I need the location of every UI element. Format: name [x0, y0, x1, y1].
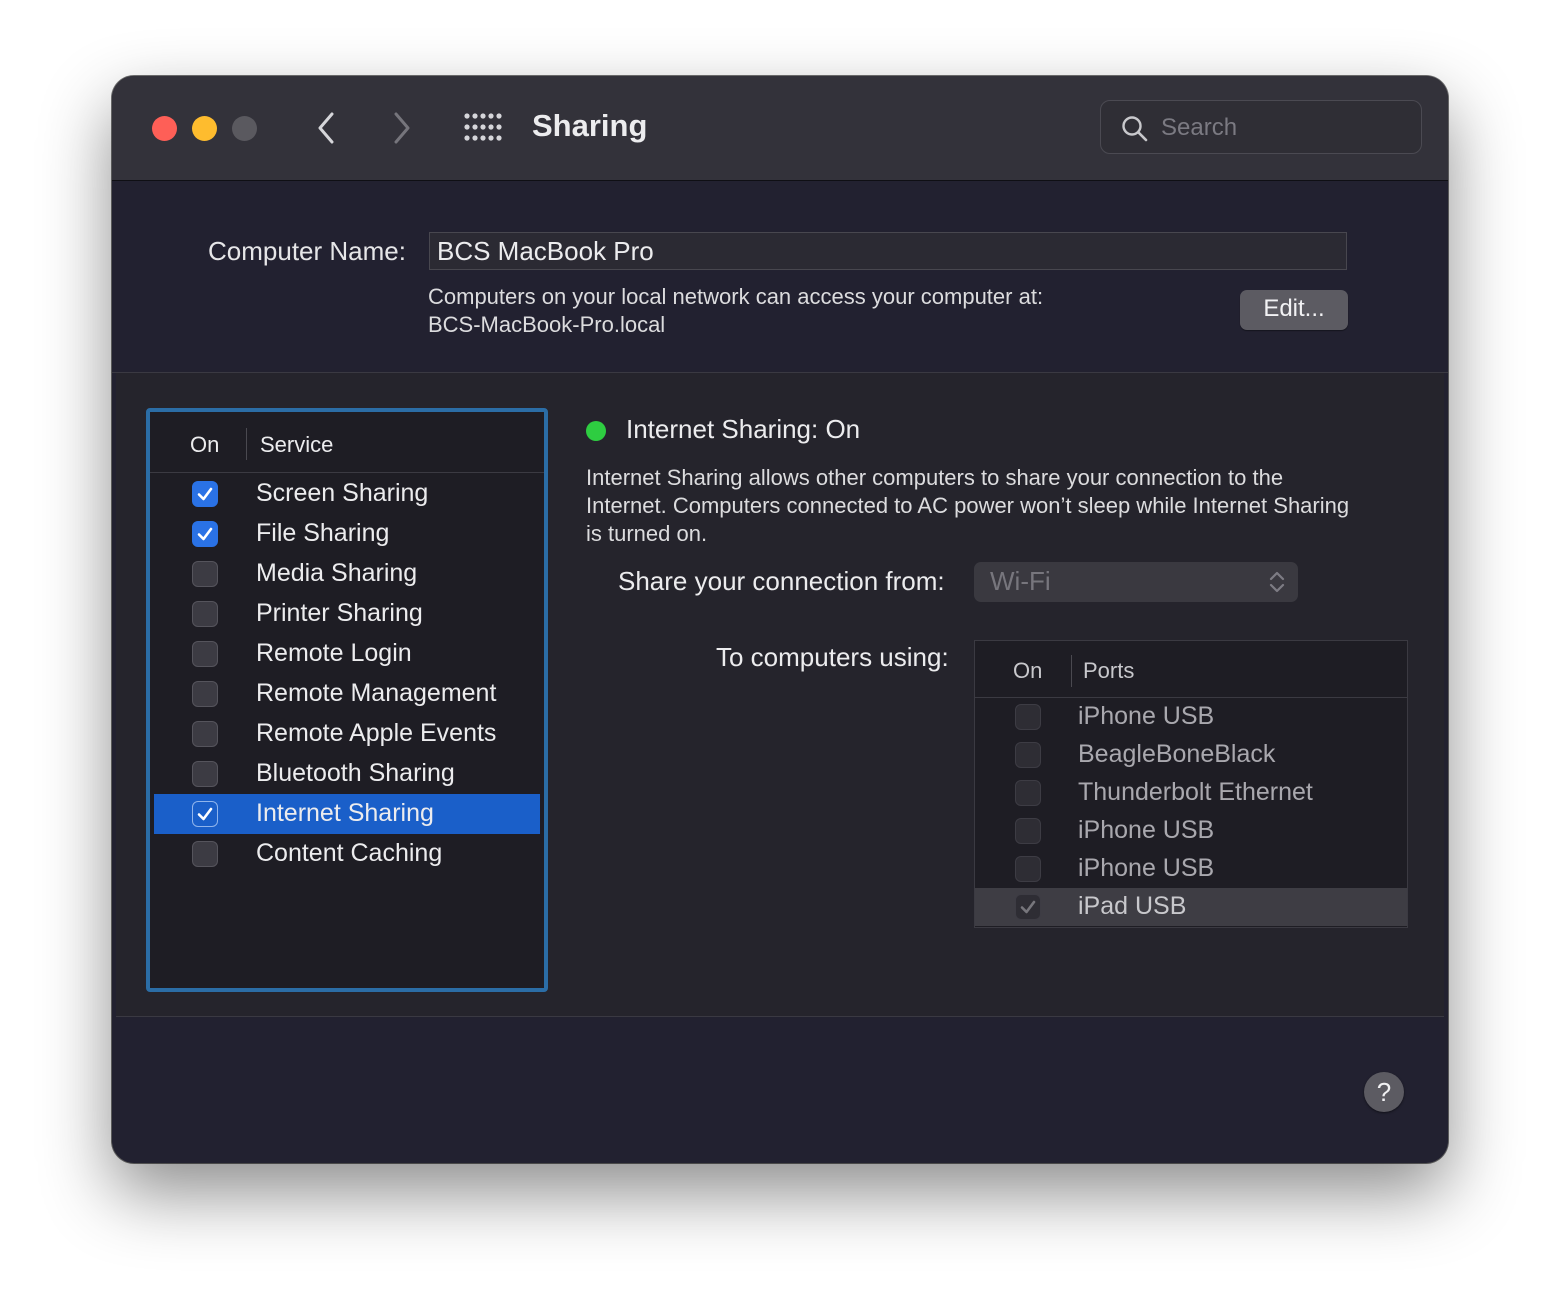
- checkmark-icon: [197, 807, 213, 821]
- port-row[interactable]: iPad USB: [975, 888, 1407, 926]
- service-label: Printer Sharing: [256, 599, 423, 627]
- service-label: Remote Apple Events: [256, 719, 497, 747]
- service-label: Bluetooth Sharing: [256, 759, 455, 787]
- back-button[interactable]: [308, 106, 348, 150]
- titlebar: Sharing: [112, 76, 1448, 181]
- column-separator: [1071, 655, 1072, 687]
- service-checkbox[interactable]: [192, 641, 218, 667]
- service-checkbox[interactable]: [192, 561, 218, 587]
- zoom-window-button[interactable]: [232, 116, 257, 141]
- computer-name-field[interactable]: BCS MacBook Pro: [429, 232, 1347, 270]
- ports-column-header-on[interactable]: On: [1013, 658, 1042, 684]
- service-list-header: On Service: [150, 412, 544, 473]
- column-header-on[interactable]: On: [190, 432, 219, 458]
- computer-address-description: Computers on your local network can acce…: [428, 284, 1044, 309]
- ports-list[interactable]: On Ports iPhone USB BeagleBoneBlack Thunde…: [974, 640, 1408, 928]
- edit-button[interactable]: Edit...: [1240, 290, 1348, 330]
- ports-column-header-ports[interactable]: Ports: [1083, 658, 1134, 684]
- service-label: Media Sharing: [256, 559, 418, 587]
- port-row[interactable]: iPhone USB: [975, 812, 1407, 850]
- checkmark-icon: [197, 527, 213, 541]
- status-indicator: [586, 421, 606, 441]
- column-separator: [246, 428, 247, 460]
- port-row[interactable]: iPhone USB: [975, 698, 1407, 736]
- service-label: Remote Management: [256, 679, 497, 707]
- service-list[interactable]: On Service Screen Sharing File Sharing Med…: [146, 408, 548, 992]
- service-row[interactable]: Remote Apple Events: [154, 714, 540, 754]
- service-row[interactable]: File Sharing: [154, 514, 540, 554]
- service-checkbox[interactable]: [192, 761, 218, 787]
- search-icon: [1122, 116, 1148, 142]
- port-label: iPhone USB: [1078, 816, 1215, 844]
- port-label: iPad USB: [1078, 892, 1187, 920]
- share-from-label: Share your connection from:: [618, 566, 945, 596]
- minimize-window-button[interactable]: [192, 116, 217, 141]
- sharing-window: Sharing Computer Name: BCS MacBook Pro C…: [112, 76, 1448, 1163]
- to-computers-label: To computers using:: [716, 642, 949, 672]
- port-label: iPhone USB: [1078, 854, 1215, 882]
- service-checkbox[interactable]: [192, 601, 218, 627]
- service-checkbox[interactable]: [192, 801, 218, 827]
- service-row[interactable]: Screen Sharing: [154, 474, 540, 514]
- service-row[interactable]: Content Caching: [154, 834, 540, 874]
- service-status: Internet Sharing: On: [626, 414, 861, 444]
- port-row[interactable]: Thunderbolt Ethernet: [975, 774, 1407, 812]
- service-checkbox[interactable]: [192, 481, 218, 507]
- show-all-button[interactable]: [464, 112, 502, 142]
- chevron-right-icon: [394, 112, 410, 144]
- help-button[interactable]: ?: [1364, 1072, 1404, 1112]
- service-description: Internet Sharing allows other computers …: [586, 465, 1350, 546]
- computer-local-address: BCS-MacBook-Pro.local: [428, 312, 666, 337]
- service-row[interactable]: Remote Login: [154, 634, 540, 674]
- port-row[interactable]: BeagleBoneBlack: [975, 736, 1407, 774]
- updown-chevron-icon: [1269, 571, 1285, 593]
- search-input[interactable]: [1159, 111, 1403, 145]
- forward-button[interactable]: [382, 106, 422, 150]
- service-checkbox[interactable]: [192, 681, 218, 707]
- service-label: Screen Sharing: [256, 479, 429, 507]
- port-checkbox[interactable]: [1015, 894, 1041, 920]
- port-label: BeagleBoneBlack: [1078, 740, 1276, 768]
- service-row[interactable]: Media Sharing: [154, 554, 540, 594]
- service-label: Content Caching: [256, 839, 443, 867]
- port-row[interactable]: iPhone USB: [975, 850, 1407, 888]
- share-from-value: Wi-Fi: [990, 566, 1051, 596]
- service-checkbox[interactable]: [192, 721, 218, 747]
- computer-name-label: Computer Name:: [208, 236, 406, 266]
- port-checkbox[interactable]: [1015, 742, 1041, 768]
- port-label: iPhone USB: [1078, 702, 1215, 730]
- service-checkbox[interactable]: [192, 521, 218, 547]
- port-checkbox[interactable]: [1015, 704, 1041, 730]
- checkmark-icon: [197, 487, 213, 501]
- chevron-left-icon: [318, 112, 334, 144]
- service-checkbox[interactable]: [192, 841, 218, 867]
- service-row[interactable]: Remote Management: [154, 674, 540, 714]
- port-checkbox[interactable]: [1015, 780, 1041, 806]
- close-window-button[interactable]: [152, 116, 177, 141]
- window-title: Sharing: [532, 108, 648, 143]
- port-label: Thunderbolt Ethernet: [1078, 778, 1313, 806]
- service-label: File Sharing: [256, 519, 390, 547]
- share-from-popup[interactable]: Wi-Fi: [974, 562, 1298, 602]
- service-row[interactable]: Bluetooth Sharing: [154, 754, 540, 794]
- service-label: Internet Sharing: [256, 799, 434, 827]
- service-row[interactable]: Internet Sharing: [154, 794, 540, 834]
- search-field[interactable]: [1100, 100, 1422, 154]
- port-checkbox[interactable]: [1015, 856, 1041, 882]
- service-row[interactable]: Printer Sharing: [154, 594, 540, 634]
- column-header-service[interactable]: Service: [260, 432, 333, 458]
- checkmark-icon: [1020, 900, 1036, 914]
- ports-list-header: On Ports: [975, 641, 1407, 698]
- service-label: Remote Login: [256, 639, 412, 667]
- port-checkbox[interactable]: [1015, 818, 1041, 844]
- grid-icon: [464, 113, 502, 141]
